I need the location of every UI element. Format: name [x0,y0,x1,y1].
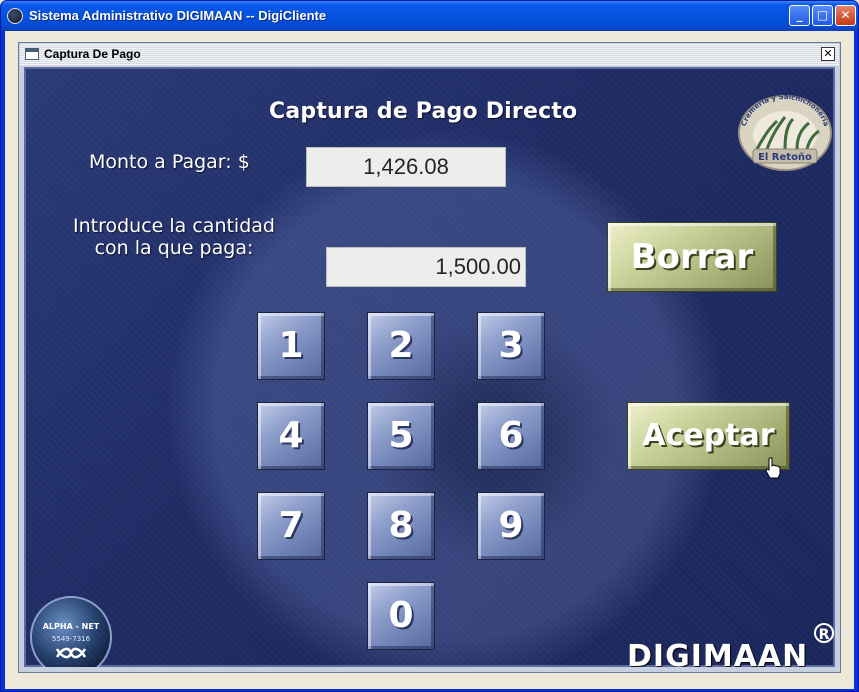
close-button[interactable]: ✕ [835,5,856,26]
borrar-button[interactable]: Borrar [607,222,777,292]
key-9[interactable]: 9 [477,492,545,560]
monto-label: Monto a Pagar: $ [89,151,250,173]
cantidad-label: Introduce la cantidad con la que paga: [44,215,304,259]
monto-a-pagar-field: 1,426.08 [306,147,506,187]
dialog-title: Captura De Pago [44,47,141,61]
panel-heading: Captura de Pago Directo [269,99,578,124]
key-5[interactable]: 5 [367,402,435,470]
registered-mark: R [814,623,834,643]
digimaan-wordmark: DIGIMAAN [627,639,809,667]
key-0[interactable]: 0 [367,582,435,650]
cantidad-pago-input[interactable]: 1,500.00 [326,247,526,287]
el-retono-logo: El Retoño Cremeria y Salchichoneria [738,93,832,171]
window-title: Sistema Administrativo DIGIMAAN -- DigiC… [29,8,327,23]
key-3[interactable]: 3 [477,312,545,380]
dialog-window-icon [25,48,39,60]
key-7[interactable]: 7 [257,492,325,560]
alpha-net-phone: 5549-7316 [52,635,91,643]
application-window: Sistema Administrativo DIGIMAAN -- DigiC… [0,0,859,692]
key-8[interactable]: 8 [367,492,435,560]
key-2[interactable]: 2 [367,312,435,380]
cantidad-label-line1: Introduce la cantidad [73,215,275,237]
dialog-close-button[interactable]: ✕ [821,47,835,61]
captura-de-pago-dialog: Captura De Pago ✕ Captura de Pago Direct… [18,42,841,673]
minimize-button[interactable]: _ [789,5,810,26]
logo-name-text: El Retoño [758,152,812,163]
alpha-net-name: ALPHA - NET [43,622,100,631]
maximize-button[interactable]: □ [812,5,833,26]
hand-cursor-icon [765,457,781,479]
window-client-area: Captura De Pago ✕ Captura de Pago Direct… [5,31,854,689]
dialog-title-bar[interactable]: Captura De Pago ✕ [20,44,839,66]
key-4[interactable]: 4 [257,402,325,470]
key-6[interactable]: 6 [477,402,545,470]
alpha-net-logo: ALPHA - NET 5549-7316 [30,596,112,667]
title-bar[interactable]: Sistema Administrativo DIGIMAAN -- DigiC… [1,1,858,31]
payment-panel: Captura de Pago Directo El Retoño Cremer… [24,67,835,667]
app-icon [7,8,23,24]
key-1[interactable]: 1 [257,312,325,380]
cantidad-label-line2: con la que paga: [94,237,254,259]
